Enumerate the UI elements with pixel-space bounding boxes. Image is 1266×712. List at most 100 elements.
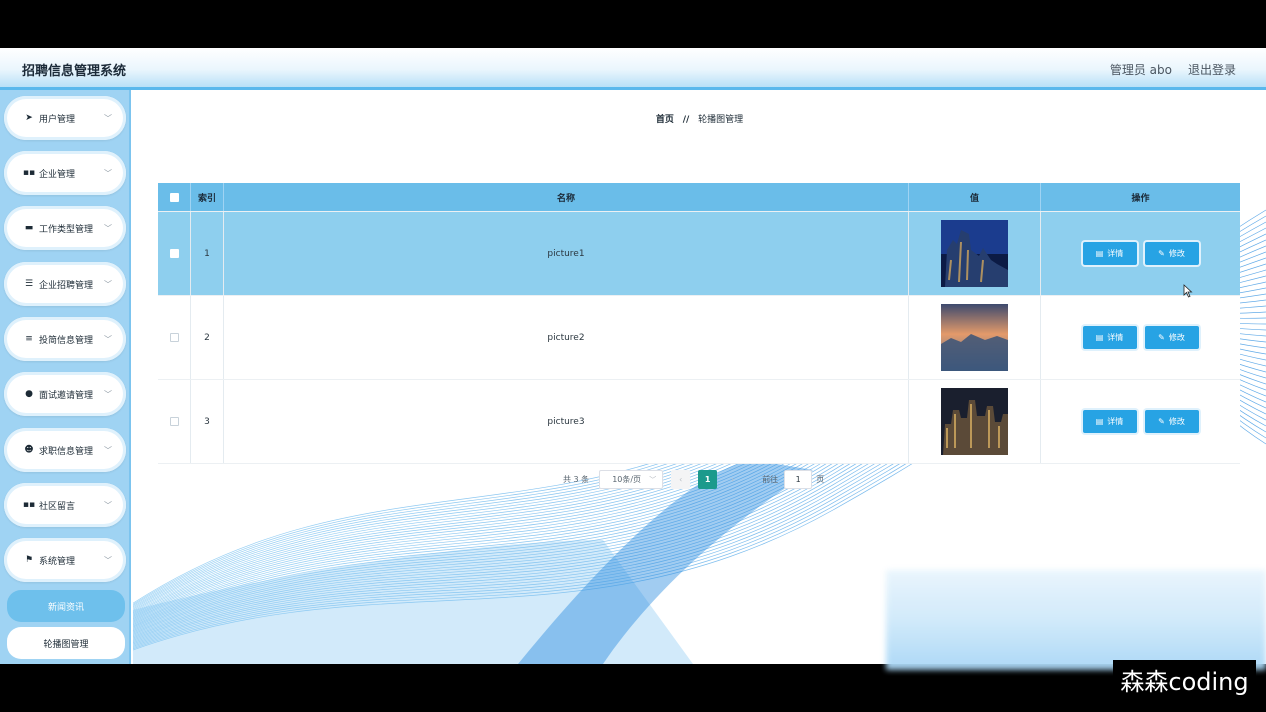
sidebar-item-user-management[interactable]: ➤ 用户管理 ﹀ [4, 96, 126, 140]
list-icon: ≡ [25, 334, 33, 344]
breadcrumb-home[interactable]: 首页 [656, 115, 674, 125]
sidebar-item-jobseeker-management[interactable]: ☻ 求职信息管理 ﹀ [4, 428, 126, 472]
goto-page-input[interactable] [784, 469, 813, 489]
pencil-icon: ✎ [1158, 333, 1165, 342]
chevron-down-icon: ﹀ [104, 168, 112, 178]
detail-button[interactable]: ▤ 详情 [1082, 410, 1137, 433]
paper-plane-icon: ➤ [25, 113, 33, 123]
current-user-label: 管理员 abo [1109, 63, 1172, 77]
carousel-thumbnail[interactable] [941, 388, 1008, 455]
blurred-overlay [886, 570, 1266, 670]
pencil-icon: ✎ [1158, 249, 1165, 258]
page-size-select[interactable]: 10条/页 ﹀ [599, 469, 664, 489]
row-actions: ▤ 详情 ✎ 修改 [1041, 380, 1240, 463]
chevron-down-icon: ﹀ [104, 389, 112, 399]
edit-button-label: 修改 [1168, 417, 1185, 426]
select-all-cell [158, 183, 191, 211]
document-icon: ▤ [1095, 249, 1104, 258]
detail-button-label: 详情 [1107, 417, 1124, 426]
column-header-value: 值 [909, 183, 1041, 211]
sidebar-item-label: 投简信息管理 [39, 335, 94, 346]
map-pin-icon: ● [25, 389, 33, 399]
sidebar-item-job-type-management[interactable]: ▬ 工作类型管理 ﹀ [4, 206, 126, 250]
carousel-table: 索引 名称 值 操作 1 picture1 ▤ 详情 ✎ 修改 2 pictur… [158, 183, 1240, 464]
chevron-down-icon: ﹀ [104, 555, 112, 565]
sidebar: ➤ 用户管理 ﹀ ▪▪ 企业管理 ﹀ ▬ 工作类型管理 ﹀ ☰ 企业招聘管理 ﹀… [0, 90, 131, 664]
carousel-thumbnail[interactable] [941, 304, 1008, 371]
row-actions: ▤ 详情 ✎ 修改 [1041, 296, 1240, 379]
sidebar-subitem-carousel[interactable]: 轮播图管理 [7, 627, 125, 659]
sidebar-item-label: 用户管理 [39, 114, 76, 125]
mouse-cursor-icon [1183, 284, 1193, 298]
edit-button[interactable]: ✎ 修改 [1144, 242, 1199, 265]
row-index: 2 [191, 296, 224, 379]
sidebar-item-label: 工作类型管理 [39, 224, 94, 235]
edit-button[interactable]: ✎ 修改 [1144, 326, 1199, 349]
column-header-index: 索引 [191, 183, 224, 211]
breadcrumb: 首页 // 轮播图管理 [133, 112, 1266, 125]
sidebar-item-label: 系统管理 [39, 556, 76, 567]
row-checkbox[interactable] [169, 333, 179, 342]
row-name: picture1 [224, 212, 909, 295]
table-header-row: 索引 名称 值 操作 [158, 183, 1240, 212]
row-index: 3 [191, 380, 224, 463]
row-checkbox[interactable] [169, 417, 179, 426]
edit-button-label: 修改 [1168, 249, 1185, 258]
table-row[interactable]: 3 picture3 ▤ 详情 ✎ 修改 [158, 380, 1240, 464]
column-header-actions: 操作 [1131, 193, 1150, 204]
row-select-cell [158, 380, 191, 463]
app-title: 招聘信息管理系统 [22, 64, 127, 79]
edit-button[interactable]: ✎ 修改 [1144, 410, 1199, 433]
next-page-button[interactable]: › [723, 470, 742, 489]
row-name: picture3 [224, 380, 909, 463]
carousel-thumbnail[interactable] [941, 220, 1008, 287]
sidebar-item-interview-management[interactable]: ● 面试邀请管理 ﹀ [4, 372, 126, 416]
sidebar-item-label: 企业管理 [39, 169, 76, 180]
sidebar-item-label: 社区留言 [39, 501, 76, 512]
row-select-cell [158, 296, 191, 379]
sidebar-item-resume-management[interactable]: ≡ 投简信息管理 ﹀ [4, 317, 126, 361]
chevron-down-icon: ﹀ [104, 445, 112, 455]
table-row[interactable]: 1 picture1 ▤ 详情 ✎ 修改 [158, 212, 1240, 296]
user-icon: ☻ [24, 445, 34, 455]
select-all-checkbox[interactable] [169, 192, 179, 202]
sidebar-item-label: 面试邀请管理 [39, 390, 94, 401]
sidebar-item-community-messages[interactable]: ▪▪ 社区留言 ﹀ [4, 483, 126, 527]
letterbox-bottom [0, 664, 1266, 712]
chevron-down-icon: ﹀ [104, 279, 112, 289]
sidebar-item-company-management[interactable]: ▪▪ 企业管理 ﹀ [4, 151, 126, 195]
row-name: picture2 [224, 296, 909, 379]
goto-label: 前往 [762, 474, 779, 484]
prev-page-button[interactable]: ‹ [671, 469, 691, 489]
detail-button[interactable]: ▤ 详情 [1082, 242, 1137, 265]
video-watermark: 森森coding [1113, 660, 1256, 698]
column-header-name: 名称 [224, 183, 909, 211]
table-row[interactable]: 2 picture2 ▤ 详情 ✎ 修改 [158, 296, 1240, 380]
chevron-down-icon: ﹀ [104, 334, 112, 344]
grid-icon: ▪▪ [22, 500, 36, 510]
logout-link[interactable]: 退出登录 [1188, 61, 1236, 78]
database-icon: ▬ [24, 223, 34, 233]
detail-button[interactable]: ▤ 详情 [1082, 326, 1137, 349]
row-checkbox[interactable] [169, 249, 179, 258]
edit-button-label: 修改 [1168, 333, 1185, 342]
sidebar-subitem-news[interactable]: 新闻资讯 [7, 590, 125, 622]
sidebar-item-recruitment-management[interactable]: ☰ 企业招聘管理 ﹀ [4, 262, 126, 306]
document-icon: ▤ [1095, 333, 1104, 342]
sidebar-item-system-management[interactable]: ⚑ 系统管理 ﹀ [4, 538, 126, 582]
row-value-cell [909, 380, 1041, 463]
row-index: 1 [191, 212, 224, 295]
chevron-down-icon: ﹀ [104, 113, 112, 123]
pagination-total: 共 3 条 [563, 474, 590, 484]
row-value-cell [909, 212, 1041, 295]
breadcrumb-separator: // [682, 115, 690, 125]
detail-button-label: 详情 [1107, 249, 1124, 258]
chevron-down-icon: ﹀ [649, 475, 657, 484]
page-number-button[interactable]: 1 [698, 469, 718, 489]
sliders-icon: ☰ [24, 279, 34, 289]
sidebar-item-label: 求职信息管理 [39, 446, 94, 457]
chevron-down-icon: ﹀ [104, 223, 112, 233]
detail-button-label: 详情 [1107, 333, 1124, 342]
breadcrumb-current: 轮播图管理 [698, 115, 744, 125]
page-size-value: 10条/页 [612, 474, 642, 484]
